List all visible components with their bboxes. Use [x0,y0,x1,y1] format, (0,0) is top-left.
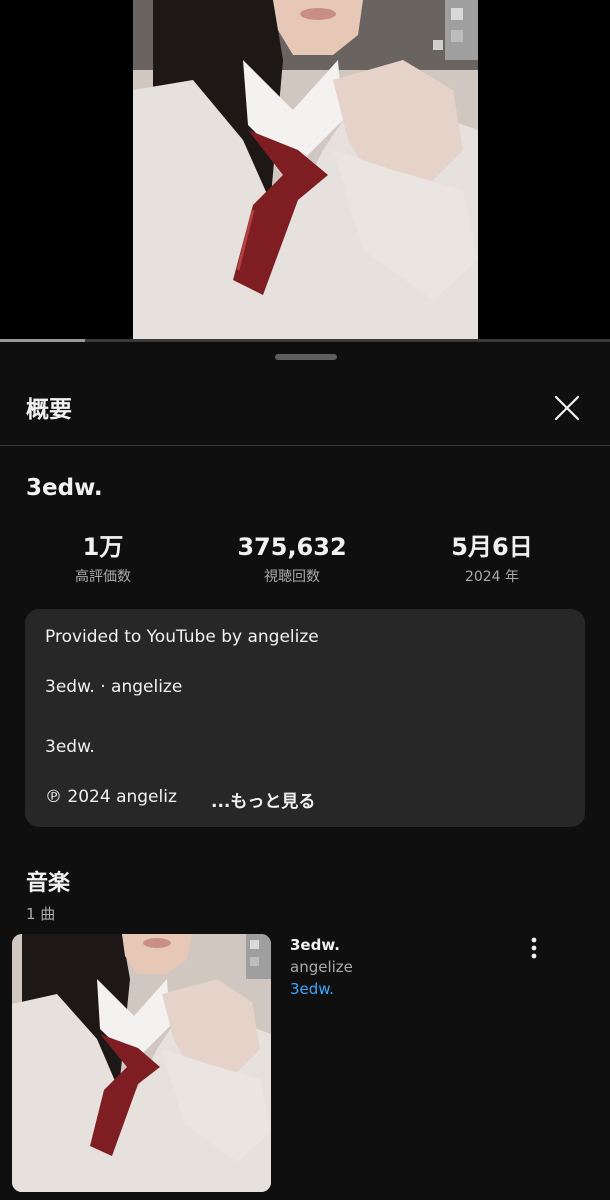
video-frame [133,0,478,340]
sheet-header: 概要 [0,362,610,446]
stat-date-value: 5月6日 [451,533,533,561]
drag-handle[interactable] [275,354,337,360]
stat-views-value: 375,632 [237,533,347,561]
stat-likes-value: 1万 [82,533,124,561]
description-line-2: 3edw. · angelize [45,677,183,697]
track-thumbnail-image [12,934,271,1192]
more-vert-icon [531,937,537,959]
track-artist: angelize [290,958,353,976]
stat-views-label: 視聴回数 [264,569,320,585]
sheet-title: 概要 [26,397,72,423]
music-section-title: 音楽 [26,871,71,896]
description-line-4: ℗ 2024 angeliz [45,787,177,807]
stat-date-label: 2024 年 [464,569,520,585]
description-box[interactable]: Provided to YouTube by angelize 3edw. · … [25,609,585,827]
track-more-button[interactable] [520,934,548,964]
close-icon [554,395,580,421]
video-player[interactable] [0,0,610,342]
video-image [133,0,478,340]
track-title: 3edw. [290,936,340,954]
stat-date: 5月6日 2024 年 [402,530,582,586]
show-more-link[interactable]: ...もっと見る [187,787,316,812]
close-button[interactable] [549,390,585,426]
video-title: 3edw. [26,475,103,501]
stat-likes: 1万 高評価数 [13,530,193,586]
description-line-1: Provided to YouTube by angelize [45,627,319,647]
stat-likes-label: 高評価数 [75,569,131,585]
track-album-link[interactable]: 3edw. [290,980,334,998]
track-thumbnail[interactable] [12,934,271,1192]
music-track-count: 1 曲 [26,905,56,923]
stat-views: 375,632 視聴回数 [202,530,382,586]
description-line-3: 3edw. [45,737,95,757]
description-sheet: 概要 3edw. 1万 高評価数 375,632 視聴回数 5月6日 2024 … [0,342,610,1200]
